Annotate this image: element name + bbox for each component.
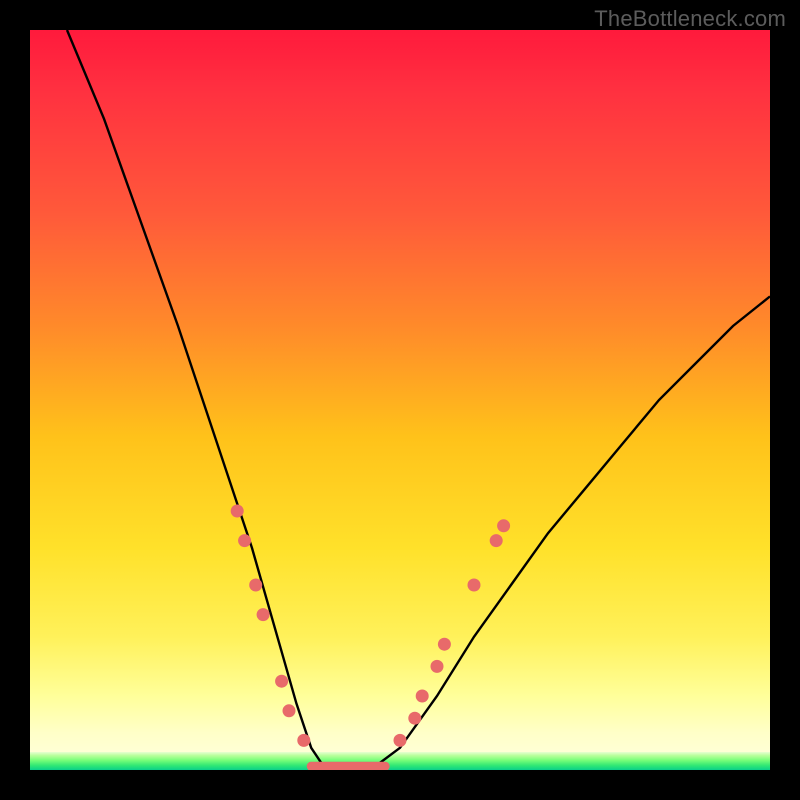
- curve-markers: [231, 505, 510, 747]
- curve-marker: [438, 638, 451, 651]
- curve-marker: [394, 734, 407, 747]
- curve-marker: [283, 704, 296, 717]
- curve-marker: [231, 505, 244, 518]
- curve-marker: [431, 660, 444, 673]
- plot-area: [30, 30, 770, 770]
- curve-marker: [297, 734, 310, 747]
- bottleneck-curve: [67, 30, 770, 770]
- curve-overlay: [30, 30, 770, 770]
- curve-marker: [238, 534, 251, 547]
- curve-marker: [275, 675, 288, 688]
- chart-canvas: TheBottleneck.com: [0, 0, 800, 800]
- curve-marker: [416, 690, 429, 703]
- curve-marker: [497, 519, 510, 532]
- watermark-text: TheBottleneck.com: [594, 6, 786, 32]
- curve-marker: [468, 579, 481, 592]
- curve-marker: [249, 579, 262, 592]
- curve-marker: [408, 712, 421, 725]
- curve-marker: [257, 608, 270, 621]
- curve-marker: [490, 534, 503, 547]
